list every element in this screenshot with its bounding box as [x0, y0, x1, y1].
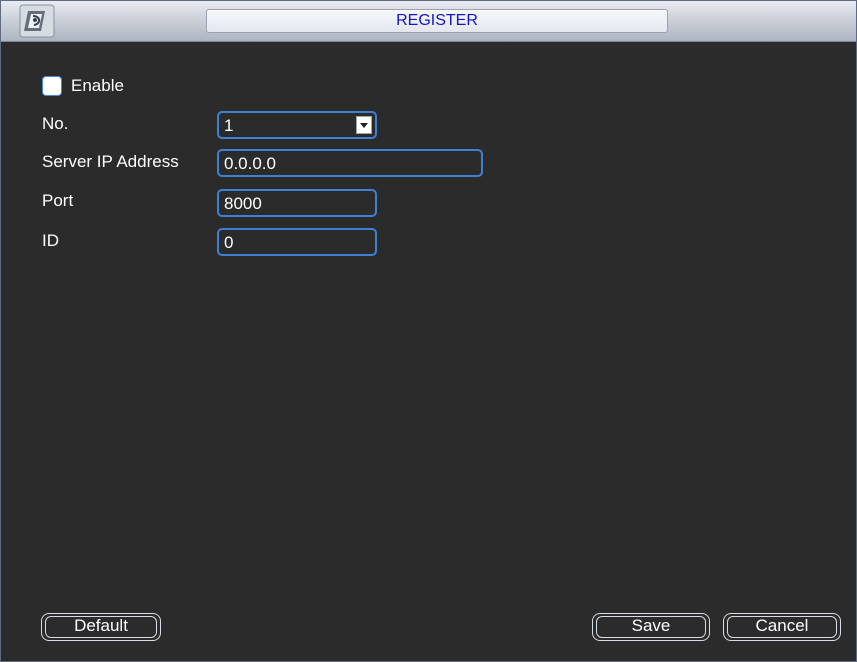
enable-checkbox[interactable]	[42, 76, 62, 96]
port-value: 8000	[224, 194, 262, 213]
cancel-button-label: Cancel	[755, 616, 809, 635]
id-field[interactable]: 0	[217, 228, 377, 256]
register-dialog: REGISTER Enable No. 1 Server IP Address …	[0, 0, 857, 662]
no-dropdown-value: 1	[224, 116, 234, 135]
save-button[interactable]: Save	[592, 613, 710, 641]
port-label: Port	[42, 191, 74, 210]
no-label: No.	[42, 114, 69, 133]
chevron-down-icon	[360, 123, 368, 128]
cancel-button[interactable]: Cancel	[723, 613, 841, 641]
app-logo-icon	[19, 4, 55, 38]
server-ip-label: Server IP Address	[42, 152, 179, 171]
server-ip-field[interactable]: 0.0.0.0	[217, 149, 483, 177]
server-ip-value: 0.0.0.0	[224, 154, 276, 173]
title-bar: REGISTER	[1, 1, 856, 42]
window-title: REGISTER	[206, 9, 668, 33]
save-button-label: Save	[631, 616, 671, 635]
id-label: ID	[42, 231, 59, 250]
default-button-label: Default	[74, 616, 128, 635]
dropdown-button[interactable]	[356, 116, 372, 134]
no-dropdown[interactable]: 1	[217, 111, 377, 139]
default-button[interactable]: Default	[41, 613, 161, 641]
left-border-strip	[1, 42, 9, 661]
id-value: 0	[224, 233, 234, 252]
enable-label: Enable	[71, 76, 124, 95]
port-field[interactable]: 8000	[217, 189, 377, 217]
